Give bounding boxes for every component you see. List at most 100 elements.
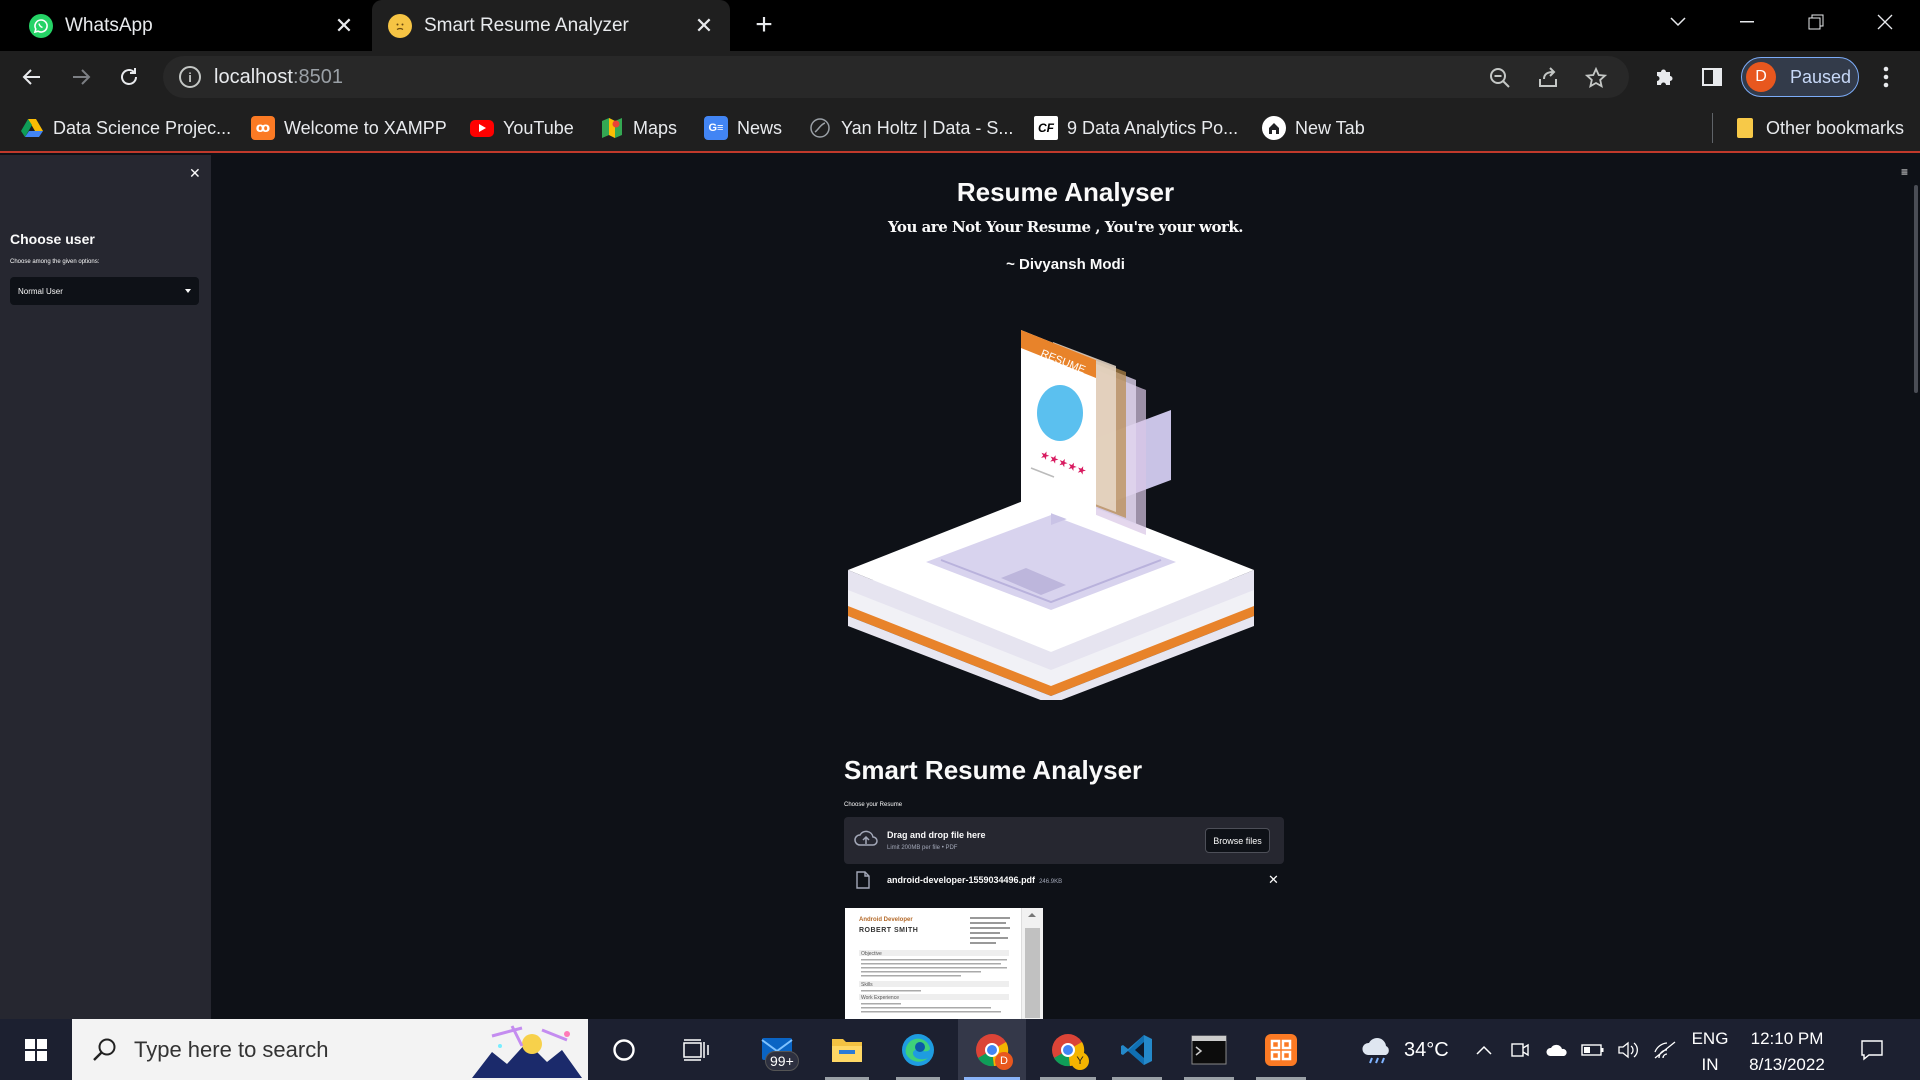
user-type-select[interactable]: Normal User bbox=[10, 277, 199, 305]
taskbar-xampp[interactable] bbox=[1250, 1019, 1312, 1080]
taskbar-chrome-profile-d[interactable]: D bbox=[958, 1019, 1026, 1080]
network-tray[interactable] bbox=[1650, 1019, 1680, 1080]
remove-file-icon[interactable]: ✕ bbox=[1268, 872, 1279, 888]
bookmark-data-science[interactable]: Data Science Projec... bbox=[20, 114, 231, 142]
file-dropzone[interactable]: Drag and drop file here Limit 200MB per … bbox=[844, 817, 1284, 864]
notification-icon bbox=[1861, 1039, 1883, 1060]
restore-button[interactable] bbox=[1786, 0, 1846, 44]
arrow-left-icon bbox=[22, 69, 40, 85]
start-button[interactable] bbox=[0, 1019, 72, 1080]
close-icon[interactable]: ✕ bbox=[692, 13, 716, 38]
bookmark-label: YouTube bbox=[503, 117, 574, 138]
bookmark-new-tab[interactable]: New Tab bbox=[1262, 114, 1365, 142]
forward-button[interactable] bbox=[65, 61, 97, 93]
clock-date: 8/13/2022 bbox=[1749, 1055, 1825, 1074]
scrollbar[interactable] bbox=[1914, 185, 1918, 393]
profile-status: Paused bbox=[1790, 66, 1852, 87]
camera-icon bbox=[1511, 1042, 1529, 1057]
task-view-button[interactable] bbox=[666, 1019, 726, 1080]
address-bar[interactable]: i localhost:8501 bbox=[163, 56, 1629, 98]
url-text: localhost:8501 bbox=[214, 65, 343, 88]
cf-icon: CF bbox=[1034, 116, 1058, 140]
bookmark-maps[interactable]: Maps bbox=[600, 114, 677, 142]
close-icon[interactable]: ✕ bbox=[332, 13, 356, 38]
bookmark-label: Yan Holtz | Data - S... bbox=[841, 117, 1014, 138]
taskbar-mail[interactable]: 99+ bbox=[745, 1019, 810, 1080]
pdf-section-work: Work Experience bbox=[861, 995, 899, 1001]
whatsapp-icon bbox=[29, 13, 53, 38]
resume-illustration: RESUME ★★★★★ bbox=[848, 330, 1254, 700]
taskbar-chrome-profile-y[interactable]: Y bbox=[1034, 1019, 1102, 1080]
other-bookmarks[interactable]: Other bookmarks bbox=[1733, 114, 1904, 142]
taskbar-file-explorer[interactable] bbox=[817, 1019, 877, 1080]
tab-search-button[interactable] bbox=[1648, 0, 1708, 44]
side-panel-icon bbox=[1702, 68, 1722, 86]
windows-logo-icon bbox=[25, 1038, 47, 1061]
extensions-button[interactable] bbox=[1648, 61, 1680, 93]
author: ~ Divyansh Modi bbox=[1006, 256, 1125, 273]
window-close-button[interactable] bbox=[1855, 0, 1915, 44]
battery-tray[interactable] bbox=[1578, 1019, 1608, 1080]
main-content: ≡ Resume Analyser You are Not Your Resum… bbox=[211, 155, 1920, 1019]
pdf-section-skills: Skills bbox=[861, 982, 873, 988]
minimize-button[interactable] bbox=[1717, 0, 1777, 44]
folder-icon bbox=[1733, 116, 1757, 140]
vscode-icon bbox=[1121, 1034, 1152, 1065]
arrow-right-icon bbox=[73, 69, 91, 85]
zoom-icon[interactable] bbox=[1487, 65, 1513, 91]
reload-button[interactable] bbox=[113, 61, 145, 93]
pdf-page-content: Objective Skills Work Experience bbox=[859, 917, 1010, 1013]
browse-files-button[interactable]: Browse files bbox=[1205, 828, 1270, 853]
side-panel-button[interactable] bbox=[1696, 61, 1728, 93]
pdf-scroll-thumb[interactable] bbox=[1025, 928, 1040, 1018]
tab-smart-resume-analyzer[interactable]: Smart Resume Analyzer ✕ bbox=[372, 0, 730, 51]
weather-widget[interactable] bbox=[1356, 1019, 1400, 1080]
chevron-up-icon[interactable] bbox=[1022, 909, 1042, 921]
meet-now-tray[interactable] bbox=[1506, 1019, 1534, 1080]
menu-button[interactable] bbox=[1870, 61, 1902, 93]
bookmark-yan-holtz[interactable]: Yan Holtz | Data - S... bbox=[808, 114, 1013, 142]
close-icon bbox=[1877, 14, 1893, 30]
weather-temp[interactable]: 34°C bbox=[1404, 1039, 1449, 1062]
kebab-menu-icon bbox=[1883, 66, 1889, 88]
close-sidebar-icon[interactable]: ✕ bbox=[189, 165, 201, 182]
taskbar-terminal[interactable] bbox=[1178, 1019, 1240, 1080]
show-hidden-icons[interactable] bbox=[1470, 1019, 1498, 1080]
chevron-down-icon bbox=[1670, 17, 1686, 27]
bookmark-data-analytics[interactable]: CF 9 Data Analytics Po... bbox=[1034, 114, 1238, 142]
taskbar-edge[interactable] bbox=[888, 1019, 948, 1080]
confused-emoji-icon bbox=[388, 13, 412, 38]
restore-icon bbox=[1808, 14, 1824, 30]
avatar: D bbox=[1746, 62, 1776, 92]
google-drive-icon bbox=[20, 116, 44, 140]
dropzone-instruction: Drag and drop file here bbox=[887, 830, 986, 840]
notification-center[interactable] bbox=[1850, 1019, 1894, 1080]
pdf-section-objective: Objective bbox=[861, 951, 882, 957]
taskbar-vscode[interactable] bbox=[1106, 1019, 1168, 1080]
star-icon[interactable] bbox=[1583, 65, 1609, 91]
dropzone-limit: Limit 200MB per file • PDF bbox=[887, 845, 958, 851]
clock[interactable]: 12:10 PM 8/13/2022 bbox=[1738, 1026, 1836, 1078]
share-icon[interactable] bbox=[1535, 65, 1561, 91]
bookmark-news[interactable]: G≡ News bbox=[704, 114, 782, 142]
tab-whatsapp[interactable]: WhatsApp ✕ bbox=[0, 0, 370, 51]
input-language[interactable]: ENG IN bbox=[1688, 1026, 1732, 1078]
pdf-preview[interactable]: Android Developer ROBERT SMITH Objective… bbox=[845, 908, 1043, 1019]
file-size: 246.9KB bbox=[1039, 879, 1063, 885]
new-tab-button[interactable]: + bbox=[749, 10, 779, 40]
profile-button[interactable]: D Paused bbox=[1741, 57, 1859, 97]
cortana-icon bbox=[613, 1038, 635, 1061]
info-icon[interactable]: i bbox=[179, 66, 201, 88]
onedrive-tray[interactable] bbox=[1542, 1019, 1572, 1080]
bookmark-youtube[interactable]: YouTube bbox=[470, 114, 574, 142]
search-highlight-illustration bbox=[472, 1025, 582, 1078]
search-icon bbox=[93, 1038, 116, 1061]
region-code: IN bbox=[1701, 1055, 1719, 1074]
cortana-button[interactable] bbox=[594, 1019, 654, 1080]
minimize-icon bbox=[1740, 21, 1754, 23]
taskbar-search-box[interactable]: Type here to search bbox=[72, 1019, 588, 1080]
pdf-scrollbar[interactable] bbox=[1021, 908, 1043, 1019]
bookmark-xampp[interactable]: ꝏ Welcome to XAMPP bbox=[251, 114, 447, 142]
back-button[interactable] bbox=[16, 61, 48, 93]
volume-tray[interactable] bbox=[1614, 1019, 1644, 1080]
